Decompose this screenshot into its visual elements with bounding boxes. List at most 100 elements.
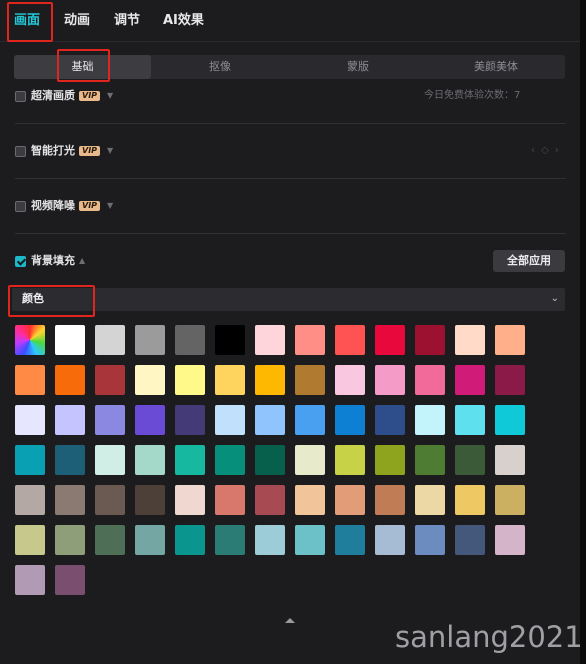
color-swatch[interactable] [455, 365, 485, 395]
color-swatch[interactable] [95, 405, 125, 435]
color-swatch[interactable] [415, 405, 445, 435]
color-swatch[interactable] [175, 525, 205, 555]
color-swatch[interactable] [375, 405, 405, 435]
color-swatch[interactable] [215, 485, 245, 515]
bg-fill-checkbox[interactable] [15, 256, 26, 267]
color-swatch[interactable] [175, 485, 205, 515]
color-swatch[interactable] [135, 445, 165, 475]
smart-light-checkbox[interactable] [15, 146, 26, 157]
collapse-arrow-icon[interactable] [285, 618, 295, 623]
color-swatch[interactable] [335, 485, 365, 515]
color-swatch[interactable] [415, 525, 445, 555]
color-swatch[interactable] [495, 485, 525, 515]
color-swatch[interactable] [135, 325, 165, 355]
color-swatch[interactable] [415, 325, 445, 355]
color-swatch[interactable] [175, 405, 205, 435]
hd-checkbox[interactable] [15, 91, 26, 102]
color-swatch[interactable] [255, 445, 285, 475]
color-swatch[interactable] [495, 325, 525, 355]
tab-ai-effects[interactable]: AI效果 [163, 12, 204, 30]
color-swatch[interactable] [495, 405, 525, 435]
color-swatch[interactable] [455, 405, 485, 435]
color-swatch[interactable] [15, 485, 45, 515]
color-swatch[interactable] [335, 525, 365, 555]
color-swatch[interactable] [135, 365, 165, 395]
color-swatch[interactable] [55, 365, 85, 395]
color-swatch[interactable] [255, 485, 285, 515]
color-swatch[interactable] [55, 325, 85, 355]
color-swatch[interactable] [15, 405, 45, 435]
color-swatch[interactable] [295, 525, 325, 555]
color-swatch[interactable] [455, 485, 485, 515]
color-swatch[interactable] [455, 445, 485, 475]
color-swatch[interactable] [15, 445, 45, 475]
color-swatch[interactable] [215, 405, 245, 435]
color-swatch[interactable] [255, 405, 285, 435]
color-swatch[interactable] [55, 445, 85, 475]
subtab-basic[interactable]: 基础 [14, 55, 151, 79]
keyframe-arrows-icon[interactable]: ‹◇› [531, 145, 565, 156]
color-swatch[interactable] [55, 485, 85, 515]
color-swatch[interactable] [415, 485, 445, 515]
color-swatch[interactable] [295, 485, 325, 515]
color-swatch[interactable] [215, 365, 245, 395]
color-swatch[interactable] [95, 365, 125, 395]
color-swatch[interactable] [335, 325, 365, 355]
apply-all-button[interactable]: 全部应用 [493, 250, 565, 272]
color-swatch[interactable] [495, 525, 525, 555]
tab-adjust[interactable]: 调节 [114, 12, 140, 30]
color-swatch[interactable] [95, 325, 125, 355]
fill-type-select[interactable]: 颜色 ⌄ [12, 288, 565, 311]
color-swatch[interactable] [455, 525, 485, 555]
color-swatch[interactable] [135, 405, 165, 435]
color-swatch[interactable] [335, 365, 365, 395]
color-swatch[interactable] [495, 445, 525, 475]
chevron-down-icon[interactable]: ▼ [107, 91, 113, 101]
color-swatch[interactable] [55, 525, 85, 555]
color-swatch[interactable] [415, 365, 445, 395]
color-swatch[interactable] [415, 445, 445, 475]
color-swatch[interactable] [375, 325, 405, 355]
chevron-up-icon[interactable]: ▲ [79, 256, 85, 266]
color-swatch[interactable] [215, 325, 245, 355]
color-swatch[interactable] [375, 445, 405, 475]
color-swatch[interactable] [95, 485, 125, 515]
color-swatch[interactable] [455, 325, 485, 355]
color-swatch[interactable] [215, 445, 245, 475]
color-swatch[interactable] [335, 445, 365, 475]
denoise-checkbox[interactable] [15, 201, 26, 212]
color-swatch[interactable] [255, 365, 285, 395]
color-swatch[interactable] [215, 525, 245, 555]
chevron-down-icon[interactable]: ▼ [107, 201, 113, 211]
color-swatch[interactable] [135, 485, 165, 515]
custom-color-picker[interactable] [15, 325, 45, 355]
color-swatch[interactable] [95, 445, 125, 475]
color-swatch[interactable] [15, 565, 45, 595]
color-swatch[interactable] [375, 365, 405, 395]
chevron-down-icon[interactable]: ▼ [107, 146, 113, 156]
color-swatch[interactable] [255, 325, 285, 355]
subtab-beauty[interactable]: 美颜美体 [427, 55, 565, 79]
color-swatch[interactable] [135, 525, 165, 555]
color-swatch[interactable] [295, 365, 325, 395]
tab-picture[interactable]: 画面 [14, 12, 40, 30]
color-swatch[interactable] [15, 525, 45, 555]
subtab-cutout[interactable]: 抠像 [151, 55, 289, 79]
subtab-mask[interactable]: 蒙版 [289, 55, 427, 79]
color-swatch[interactable] [295, 445, 325, 475]
color-swatch[interactable] [495, 365, 525, 395]
color-swatch[interactable] [255, 525, 285, 555]
color-swatch[interactable] [375, 525, 405, 555]
color-swatch[interactable] [175, 325, 205, 355]
color-swatch[interactable] [15, 365, 45, 395]
tab-animation[interactable]: 动画 [64, 12, 90, 30]
color-swatch[interactable] [175, 445, 205, 475]
color-swatch[interactable] [95, 525, 125, 555]
color-swatch[interactable] [55, 565, 85, 595]
color-swatch[interactable] [295, 405, 325, 435]
color-swatch[interactable] [55, 405, 85, 435]
color-swatch[interactable] [175, 365, 205, 395]
color-swatch[interactable] [295, 325, 325, 355]
color-swatch[interactable] [335, 405, 365, 435]
color-swatch[interactable] [375, 485, 405, 515]
